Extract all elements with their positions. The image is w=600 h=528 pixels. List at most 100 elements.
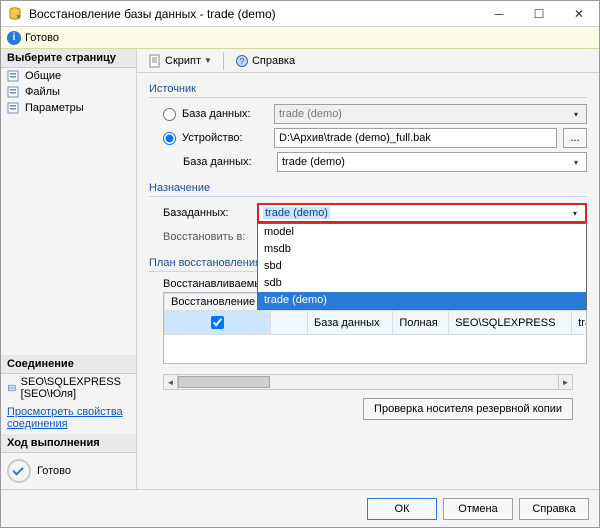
dropdown-option[interactable]: sdb [258, 275, 586, 292]
connection-value: SEO\SQLEXPRESS [SEO\Юля] [21, 376, 130, 400]
browse-device-button[interactable]: ... [563, 128, 587, 148]
help-button[interactable]: ? Справка [230, 52, 300, 70]
progress-header: Ход выполнения [1, 434, 136, 453]
close-button[interactable]: ✕ [559, 1, 599, 27]
ellipsis-label: ... [570, 132, 579, 144]
connection-value-row: SEO\SQLEXPRESS [SEO\Юля] [1, 374, 136, 402]
maximize-button[interactable]: ☐ [519, 1, 559, 27]
destination-db-combo[interactable]: trade (demo) ▾ [257, 203, 587, 223]
source-db-label: База данных: [182, 108, 268, 120]
window-controls: ─ ☐ ✕ [479, 1, 599, 27]
select-page-header: Выберите страницу [1, 49, 136, 68]
svg-text:?: ? [240, 57, 245, 66]
page-icon [7, 86, 21, 98]
chevron-down-icon: ▾ [568, 154, 584, 170]
scroll-left-arrow[interactable]: ◄ [164, 375, 178, 389]
source-db-radio-row: База данных: trade (demo) ▾ [163, 104, 587, 124]
main-panel: Скрипт ▼ ? Справка Источник База данных: [137, 49, 599, 489]
restore-db-window: Восстановление базы данных - trade (demo… [0, 0, 600, 528]
toolbar: Скрипт ▼ ? Справка [137, 49, 599, 73]
chevron-down-icon: ▾ [567, 206, 583, 220]
help-button-footer[interactable]: Справка [519, 498, 589, 520]
cell-server: SEO\SQLEXPRESS [449, 311, 572, 335]
app-icon [7, 6, 23, 22]
device-db-value: trade (demo) [282, 156, 345, 168]
script-label: Скрипт [165, 55, 201, 67]
sidebar: Выберите страницу Общие Файлы Параметры … [1, 49, 137, 489]
source-radio-device[interactable] [163, 132, 176, 145]
status-text: Готово [25, 32, 59, 44]
dropdown-option-selected[interactable]: trade (demo) [258, 292, 586, 309]
dialog-footer: ОК Отмена Справка [1, 489, 599, 527]
device-db-combo[interactable]: trade (demo) ▾ [277, 152, 587, 172]
page-icon [7, 70, 21, 82]
device-db-label: База данных: [183, 156, 269, 168]
view-connection-properties-link[interactable]: Просмотреть свойства соединения [7, 406, 123, 430]
source-db-combo[interactable]: trade (demo) ▾ [274, 104, 587, 124]
verify-row: Проверка носителя резервной копии [149, 390, 587, 428]
progress-text: Готово [37, 465, 71, 477]
source-group-title: Источник [149, 83, 587, 98]
destination-db-dropdown[interactable]: model msdb sbd sdb trade (demo) [257, 223, 587, 310]
sidebar-item-label: Файлы [25, 86, 60, 98]
cell-database: trade (demo) [572, 311, 587, 335]
dropdown-option[interactable]: model [258, 224, 586, 241]
cancel-label: Отмена [458, 503, 497, 515]
restore-to-label: Восстановить в: [163, 231, 249, 243]
ok-button[interactable]: ОК [367, 498, 437, 520]
destination-db-row: Базаданных: trade (demo) ▾ [163, 203, 587, 223]
page-icon [7, 102, 21, 114]
chevron-down-icon: ▼ [204, 56, 212, 65]
sidebar-item-label: Параметры [25, 102, 84, 114]
source-device-radio-row: Устройство: D:\Архив\trade (demo)_full.b… [163, 128, 587, 148]
status-strip: i Готово [1, 27, 599, 49]
content-area: Источник База данных: trade (demo) ▾ Уст… [137, 73, 599, 489]
sidebar-item-files[interactable]: Файлы [1, 84, 136, 100]
server-icon [7, 382, 17, 394]
cancel-button[interactable]: Отмена [443, 498, 513, 520]
ok-label: ОК [395, 503, 410, 515]
device-db-row: База данных: trade (demo) ▾ [183, 152, 587, 172]
info-icon: i [7, 31, 21, 45]
cell-component: База данных [308, 311, 393, 335]
destination-group: Назначение Базаданных: trade (demo) ▾ mo… [149, 182, 587, 247]
source-radio-database[interactable] [163, 108, 176, 121]
source-device-label: Устройство: [182, 132, 268, 144]
col-restore[interactable]: Восстановление [165, 294, 271, 311]
help-label: Справка [252, 55, 295, 67]
progress-indicator: Готово [1, 453, 136, 489]
destination-group-title: Назначение [149, 182, 587, 197]
restore-checkbox[interactable] [211, 316, 224, 329]
sidebar-item-options[interactable]: Параметры [1, 100, 136, 116]
chevron-down-icon: ▾ [568, 106, 584, 122]
window-title: Восстановление базы данных - trade (demo… [29, 7, 479, 21]
source-group: Источник База данных: trade (demo) ▾ Уст… [149, 83, 587, 172]
destination-db-selected: trade (demo) [263, 207, 330, 219]
destination-db-label: Базаданных: [163, 207, 249, 219]
verify-backup-media-button[interactable]: Проверка носителя резервной копии [363, 398, 573, 420]
sidebar-item-label: Общие [25, 70, 61, 82]
cell-type: Полная [393, 311, 449, 335]
help-icon: ? [235, 54, 249, 68]
titlebar: Восстановление базы данных - trade (demo… [1, 1, 599, 27]
sidebar-item-general[interactable]: Общие [1, 68, 136, 84]
connection-header: Соединение [1, 355, 136, 374]
scroll-thumb[interactable] [178, 376, 270, 388]
verify-label: Проверка носителя резервной копии [374, 403, 562, 415]
device-path-input[interactable]: D:\Архив\trade (demo)_full.bak [274, 128, 557, 148]
cell-name [270, 311, 307, 335]
script-button[interactable]: Скрипт ▼ [143, 52, 217, 70]
progress-check-icon [7, 459, 31, 483]
scroll-right-arrow[interactable]: ► [558, 375, 572, 389]
horizontal-scrollbar[interactable]: ◄ ► [163, 374, 573, 390]
device-path-value: D:\Архив\trade (demo)_full.bak [279, 132, 431, 144]
script-icon [148, 54, 162, 68]
dropdown-option[interactable]: sbd [258, 258, 586, 275]
dropdown-option[interactable]: msdb [258, 241, 586, 258]
help-label: Справка [532, 503, 575, 515]
toolbar-separator [223, 52, 224, 70]
minimize-button[interactable]: ─ [479, 1, 519, 27]
dialog-body: Выберите страницу Общие Файлы Параметры … [1, 49, 599, 489]
table-row[interactable]: База данных Полная SEO\SQLEXPRESS trade … [165, 311, 588, 335]
cell-restore[interactable] [165, 311, 271, 335]
